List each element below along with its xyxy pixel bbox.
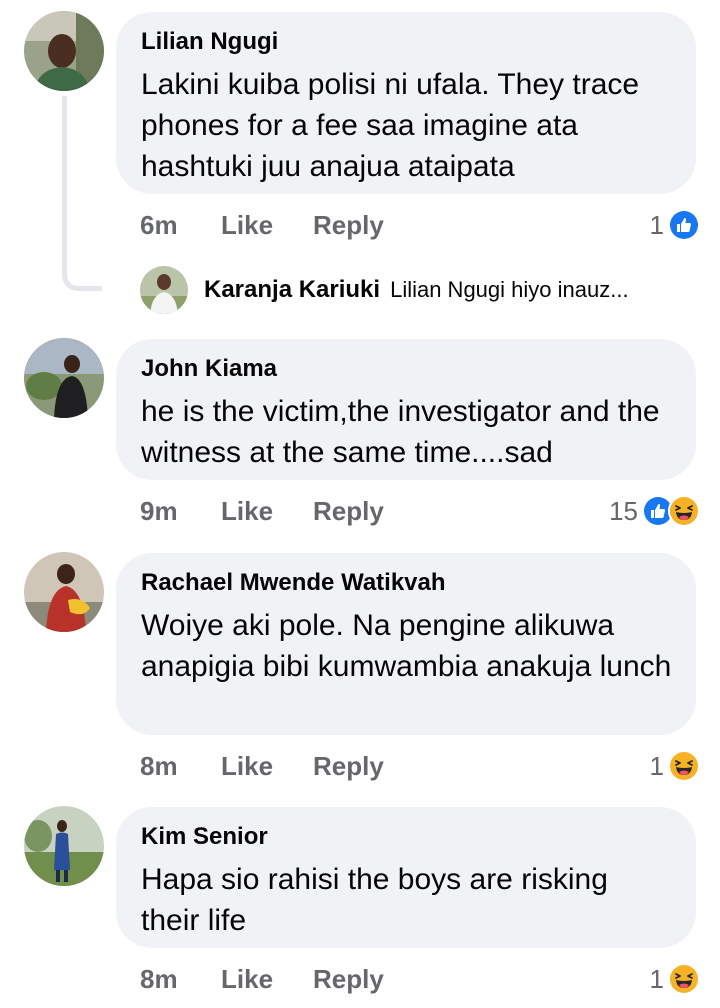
comment-author[interactable]: Rachael Mwende Watikvah (141, 567, 672, 599)
comment-text: Woiye aki pole. Na pengine alikuwa anapi… (141, 609, 672, 683)
reaction-count: 1 (649, 210, 664, 240)
like-button[interactable]: Like (221, 746, 273, 786)
like-button[interactable]: Like (221, 205, 273, 245)
like-button[interactable]: Like (221, 491, 273, 531)
comment-actions: 9m Like Reply 15 (140, 491, 700, 531)
like-icon (668, 209, 700, 241)
reaction-summary[interactable]: 1 (650, 959, 700, 999)
comment-bubble: Lilian Ngugi Lakini kuiba polisi ni ufal… (116, 12, 696, 194)
haha-icon (668, 495, 700, 527)
avatar-kim-senior[interactable] (24, 806, 104, 886)
comment-timestamp[interactable]: 9m (140, 491, 178, 531)
reaction-count: 1 (649, 964, 664, 994)
reaction-summary[interactable]: 1 (650, 205, 700, 245)
haha-icon (668, 750, 700, 782)
comment-text: Hapa sio rahisi the boys are risking the… (141, 863, 608, 937)
comment-bubble: Kim Senior Hapa sio rahisi the boys are … (116, 807, 696, 948)
comment-bubble: Rachael Mwende Watikvah Woiye aki pole. … (116, 553, 696, 735)
avatar-rachael-mwende-watikvah[interactable] (24, 552, 104, 632)
reaction-count: 15 (609, 496, 638, 526)
reply-snippet: Lilian Ngugi hiyo inauz... (390, 277, 629, 302)
comment-text: he is the victim,the investigator and th… (141, 395, 660, 469)
comment-bubble: John Kiama he is the victim,the investig… (116, 339, 696, 480)
reply-thread-line (62, 96, 102, 291)
comment-author[interactable]: John Kiama (141, 353, 672, 385)
reply-button[interactable]: Reply (313, 746, 384, 786)
comment-text: Lakini kuiba polisi ni ufala. They trace… (141, 68, 640, 183)
like-button[interactable]: Like (221, 959, 273, 999)
reply-preview[interactable]: Karanja Kariuki Lilian Ngugi hiyo inauz.… (140, 265, 700, 315)
comment-actions: 6m Like Reply 1 (140, 205, 700, 245)
comment-timestamp[interactable]: 6m (140, 205, 178, 245)
avatar-lilian-ngugi[interactable] (24, 11, 104, 91)
reply-button[interactable]: Reply (313, 491, 384, 531)
avatar-john-kiama[interactable] (24, 338, 104, 418)
comment-actions: 8m Like Reply 1 (140, 959, 700, 999)
reply-button[interactable]: Reply (313, 959, 384, 999)
comment-timestamp[interactable]: 8m (140, 959, 178, 999)
reply-author[interactable]: Karanja Kariuki (204, 276, 380, 304)
avatar-karanja-kariuki[interactable] (140, 266, 188, 314)
reaction-count: 1 (649, 751, 664, 781)
reaction-summary[interactable]: 15 (609, 491, 700, 531)
haha-icon (668, 963, 700, 995)
reply-button[interactable]: Reply (313, 205, 384, 245)
comment-actions: 8m Like Reply 1 (140, 746, 700, 786)
comment-timestamp[interactable]: 8m (140, 746, 178, 786)
reaction-summary[interactable]: 1 (650, 746, 700, 786)
comment-author[interactable]: Lilian Ngugi (141, 26, 672, 58)
comment-author[interactable]: Kim Senior (141, 821, 672, 853)
